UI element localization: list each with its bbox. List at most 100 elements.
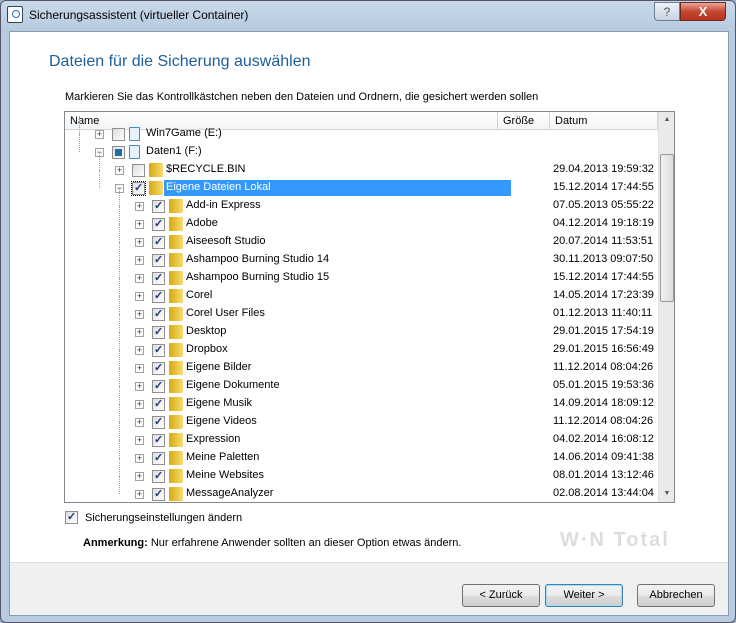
tree-row[interactable]: + Add-in Express 07.05.2013 05:55:22 <box>65 188 658 215</box>
item-checkbox[interactable] <box>132 164 145 177</box>
item-checkbox[interactable] <box>152 307 165 321</box>
tree-row[interactable]: + MessageAnalyzer 02.08.2014 13:44:04 <box>65 476 658 502</box>
tree-row[interactable]: + Eigene Musik 14.09.2014 18:09:12 <box>65 386 658 413</box>
tree-line <box>119 296 120 314</box>
item-date: 15.12.2014 17:44:55 <box>553 181 654 193</box>
expand-icon[interactable]: + <box>135 238 144 247</box>
tree-row[interactable]: + Eigene Dokumente 05.01.2015 19:53:36 <box>65 368 658 395</box>
expand-icon[interactable]: + <box>135 400 144 409</box>
item-date: 11.12.2014 08:04:26 <box>553 415 654 427</box>
expand-icon[interactable]: + <box>135 472 144 481</box>
client-area: Dateien für die Sicherung auswählen Mark… <box>9 31 729 616</box>
expand-icon[interactable]: + <box>135 454 144 463</box>
tree-row[interactable]: −Eigene Dateien Lokal15.12.2014 17:44:55 <box>65 170 658 197</box>
item-checkbox[interactable] <box>152 271 165 285</box>
tree-row[interactable]: + Adobe 04.12.2014 19:18:19 <box>65 206 658 233</box>
expand-icon[interactable]: + <box>135 292 144 301</box>
item-checkbox[interactable] <box>152 379 165 393</box>
tree-row[interactable]: + Ashampoo Burning Studio 15 15.12.2014 17… <box>65 260 658 287</box>
item-checkbox[interactable] <box>152 217 165 231</box>
item-name: Add-in Express <box>186 199 261 211</box>
item-checkbox[interactable] <box>152 487 165 501</box>
folder-icon <box>169 235 183 249</box>
item-name: Eigene Bilder <box>186 361 252 373</box>
tree-row[interactable]: + Eigene Bilder 11.12.2014 08:04:26 <box>65 350 658 377</box>
item-name: Eigene Dokumente <box>186 379 280 391</box>
expand-icon[interactable]: + <box>135 328 144 337</box>
change-settings-label: Sicherungseinstellungen ändern <box>85 512 243 524</box>
item-name: MessageAnalyzer <box>186 487 274 499</box>
item-date: 05.01.2015 19:53:36 <box>553 379 654 391</box>
tree-row[interactable]: + Ashampoo Burning Studio 14 30.11.2013 09… <box>65 242 658 269</box>
item-checkbox[interactable] <box>152 451 165 465</box>
tree-row[interactable]: + Corel User Files 01.12.2013 11:40:11 <box>65 296 658 323</box>
folder-icon <box>169 469 183 483</box>
expand-icon[interactable]: + <box>135 490 144 499</box>
tree-row[interactable]: + Expression 04.02.2014 16:08:12 <box>65 422 658 449</box>
expand-icon[interactable]: + <box>135 364 144 373</box>
change-settings-checkbox[interactable] <box>65 510 78 524</box>
item-checkbox[interactable] <box>152 343 165 357</box>
expand-icon[interactable]: + <box>135 436 144 445</box>
item-checkbox[interactable] <box>152 199 165 213</box>
tree-row[interactable]: − Daten1 (F:) <box>65 134 658 161</box>
item-checkbox[interactable] <box>152 433 165 447</box>
scroll-up-arrow-icon[interactable]: ▲ <box>659 112 674 128</box>
tree-row[interactable]: + Meine Websites 08.01.2014 13:12:46 <box>65 458 658 485</box>
close-button[interactable]: X <box>680 2 726 21</box>
expand-icon[interactable]: + <box>135 220 144 229</box>
item-checkbox[interactable] <box>152 469 165 483</box>
page-title: Dateien für die Sicherung auswählen <box>49 53 311 70</box>
scroll-down-arrow-icon[interactable]: ▼ <box>659 486 674 502</box>
item-checkbox[interactable] <box>152 325 165 339</box>
tree-line <box>119 368 120 386</box>
item-date: 29.04.2013 19:59:32 <box>553 163 654 175</box>
tree-row[interactable]: + Meine Paletten 14.06.2014 09:41:38 <box>65 440 658 467</box>
expand-icon[interactable]: + <box>95 130 104 139</box>
item-checkbox[interactable] <box>152 415 165 429</box>
tree-row[interactable]: + Desktop 29.01.2015 17:54:19 <box>65 314 658 341</box>
tree-row[interactable]: + Dropbox 29.01.2015 16:56:49 <box>65 332 658 359</box>
tree-line <box>119 386 120 404</box>
item-name: Corel <box>186 289 213 301</box>
tree-row[interactable]: + Eigene Videos 11.12.2014 08:04:26 <box>65 404 658 431</box>
expand-icon[interactable]: + <box>135 274 144 283</box>
expand-icon[interactable]: + <box>115 166 124 175</box>
tree-line <box>119 242 120 260</box>
tree-row[interactable]: + Corel 14.05.2014 17:23:39 <box>65 278 658 305</box>
folder-icon <box>169 199 183 213</box>
folder-icon <box>169 253 183 267</box>
item-checkbox[interactable] <box>152 397 165 411</box>
vertical-scrollbar[interactable]: ▲ ▼ <box>658 112 674 502</box>
cancel-button[interactable]: Abbrechen <box>637 584 715 607</box>
tree-row[interactable]: + $RECYCLE.BIN 29.04.2013 19:59:32 <box>65 152 658 179</box>
scrollbar-thumb[interactable] <box>660 154 674 302</box>
item-checkbox[interactable] <box>152 361 165 375</box>
expand-icon[interactable]: + <box>135 310 144 319</box>
item-checkbox[interactable] <box>152 253 165 267</box>
folder-icon <box>169 325 183 339</box>
expand-icon[interactable]: + <box>135 346 144 355</box>
item-name: Adobe <box>186 217 218 229</box>
expand-icon[interactable]: + <box>135 382 144 391</box>
tree-row[interactable]: + Win7Game (E:) <box>65 116 658 143</box>
item-date: 20.07.2014 11:53:51 <box>553 235 654 247</box>
tree-line <box>119 350 120 368</box>
item-checkbox[interactable] <box>112 146 125 159</box>
item-checkbox[interactable] <box>131 181 146 196</box>
tree-row[interactable]: + Aiseesoft Studio 20.07.2014 11:53:51 <box>65 224 658 251</box>
back-button[interactable]: < Zurück <box>462 584 540 607</box>
next-button[interactable]: Weiter > <box>545 584 623 607</box>
folder-icon <box>169 289 183 303</box>
file-tree-list[interactable]: Name Größe Datum + Win7Game (E:) − Daten1 (… <box>64 111 675 503</box>
tree-line <box>119 188 120 206</box>
item-checkbox[interactable] <box>152 235 165 249</box>
item-name: Ashampoo Burning Studio 14 <box>186 253 330 265</box>
expand-icon[interactable]: + <box>135 418 144 427</box>
expand-icon[interactable]: + <box>135 202 144 211</box>
item-date: 08.01.2014 13:12:46 <box>553 469 654 481</box>
item-checkbox[interactable] <box>112 128 125 141</box>
expand-icon[interactable]: + <box>135 256 144 265</box>
item-checkbox[interactable] <box>152 289 165 303</box>
help-button[interactable]: ? <box>654 2 680 21</box>
